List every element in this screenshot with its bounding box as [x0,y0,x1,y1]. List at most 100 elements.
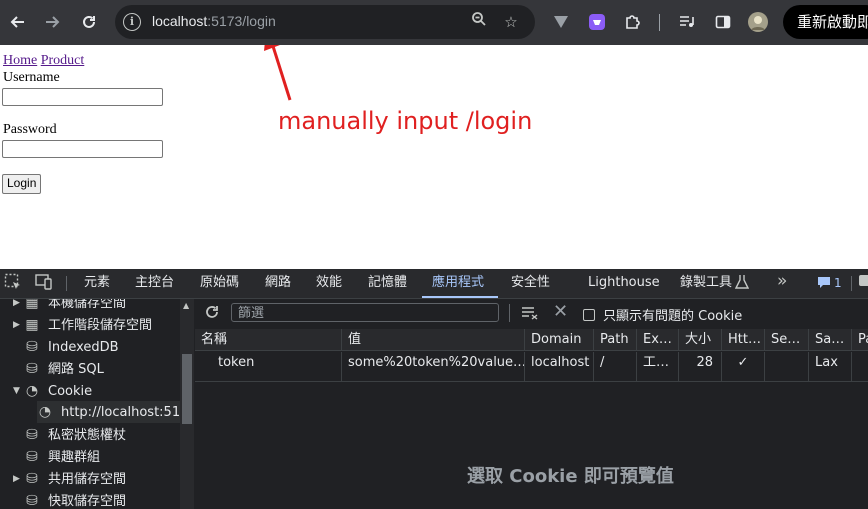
sidebar-item-local-storage[interactable]: ▶ ▦ 本機儲存空間 [13,299,127,314]
column-header-partition[interactable]: Pa [852,329,868,351]
cell-size[interactable]: 28 [679,352,722,382]
column-header-samesite[interactable]: Sa… [809,329,852,351]
database-icon: ⛁ [26,493,38,509]
database-icon: ⛁ [26,427,38,443]
devtools-tabbar: 元素 主控台 原始碼 網路 效能 記憶體 應用程式 安全性 Lighthouse… [0,269,868,299]
only-issues-checkbox[interactable]: 只顯示有問題的 Cookie [583,305,742,324]
column-header-name[interactable]: 名稱 [195,329,342,351]
forward-arrow-icon[interactable] [37,7,67,37]
cell-secure[interactable] [765,352,809,382]
extension-v-icon[interactable] [546,7,576,37]
tab-security[interactable]: 安全性 [511,269,550,298]
tab-elements[interactable]: 元素 [84,269,110,298]
cell-value[interactable]: some%20token%20value… [342,352,525,382]
cell-httponly[interactable]: ✓ [722,352,765,382]
cookie-icon: ◔ [38,404,52,420]
sidebar-scrollbar[interactable]: ▲ [180,299,194,509]
tab-sources[interactable]: 原始碼 [200,269,239,298]
media-controls-icon[interactable] [672,7,702,37]
column-header-domain[interactable]: Domain [525,329,594,351]
column-header-path[interactable]: Path [594,329,637,351]
sidebar-item-label: 本機儲存空間 [48,299,127,311]
filter-input[interactable]: 篩選 [231,303,499,322]
scrollbar-thumb[interactable] [182,354,192,424]
sidebar-item-label: 私密狀態權杖 [48,428,127,443]
expand-arrow-icon[interactable]: ▶ [13,468,20,490]
device-toolbar-icon[interactable] [34,273,54,295]
tab-lighthouse[interactable]: Lighthouse [588,269,660,298]
sidebar-item-web-sql[interactable]: ⛁ 網路 SQL [24,358,104,380]
sidebar-item-shared-storage[interactable]: ▶ ⛁ 共用儲存空間 [13,468,127,490]
column-header-expires[interactable]: Ex… [637,329,679,351]
cell-path[interactable]: / [594,352,637,382]
sidebar-item-label: IndexedDB [48,340,119,355]
collapse-arrow-icon[interactable]: ▼ [13,380,20,402]
sidebar-item-private-state-tokens[interactable]: ⛁ 私密狀態權杖 [24,424,126,446]
clear-all-x-icon[interactable]: ✕ [553,301,568,322]
extensions-puzzle-icon[interactable] [618,7,648,37]
cell-name[interactable]: token [195,352,342,382]
sidebar-item-cookie-origin[interactable]: ◔ http://localhost:5173 [37,401,180,423]
column-header-httponly[interactable]: Htt… [722,329,765,351]
checkbox-label: 只顯示有問題的 Cookie [603,309,743,324]
sidebar-item-interest-groups[interactable]: ⛁ 興趣群組 [24,446,100,468]
issues-count[interactable]: 1 [834,269,842,298]
settings-icon[interactable] [858,273,868,293]
inspect-element-icon[interactable] [4,273,22,295]
annotation-arrow [264,45,292,101]
sidebar-item-cookies[interactable]: ▼ ◔ Cookie [13,380,93,402]
flask-icon [734,274,750,294]
scroll-up-arrow-icon[interactable]: ▲ [183,301,189,310]
cell-expires[interactable]: 工… [637,352,679,382]
database-icon: ⛁ [26,339,38,355]
extension-purple-icon[interactable] [582,7,612,37]
tab-console[interactable]: 主控台 [135,269,174,298]
reload-icon[interactable] [74,7,104,37]
column-header-size[interactable]: 大小 [679,329,722,351]
cell-partition[interactable] [852,352,868,382]
url-text[interactable]: localhost:5173/login [152,13,276,29]
side-panel-icon[interactable] [708,7,738,37]
tab-application[interactable]: 應用程式 [422,269,498,298]
cell-domain[interactable]: localhost [525,352,594,382]
expand-arrow-icon[interactable]: ▶ [13,314,20,336]
sidebar-item-cache-storage[interactable]: ⛁ 快取儲存空間 [24,490,126,509]
sidebar-item-session-storage[interactable]: ▶ ▦ 工作階段儲存空間 [13,314,152,336]
refresh-icon[interactable] [204,304,220,324]
sidebar-item-label: 共用儲存空間 [48,472,127,487]
site-info-icon[interactable]: i [123,13,141,31]
tab-memory[interactable]: 記憶體 [368,269,407,298]
expand-arrow-icon[interactable]: ▶ [13,299,20,314]
restart-update-button[interactable]: 重新啟動即 [783,5,868,39]
cookie-toolbar: 篩選 ✕ 只顯示有問題的 Cookie [195,299,868,330]
devtools-panel: 元素 主控台 原始碼 網路 效能 記憶體 應用程式 安全性 Lighthouse… [0,269,868,509]
checkbox-box[interactable] [583,309,595,321]
browser-toolbar: i localhost:5173/login ☆ 重新啟動即 [0,0,868,45]
web-page: Home Product Username Password Login man… [0,45,868,269]
column-header-secure[interactable]: Se… [765,329,809,351]
tab-recorder[interactable]: 錄製工具 [680,269,732,298]
tab-network[interactable]: 網路 [265,269,291,298]
address-bar[interactable]: i localhost:5173/login ☆ [115,5,535,39]
storage-grid-icon: ▦ [25,317,39,333]
profile-avatar[interactable] [743,7,773,37]
issues-icon[interactable] [817,275,831,293]
annotation-text: manually input /login [278,107,533,135]
sidebar-item-indexeddb[interactable]: ⛁ IndexedDB [24,336,119,358]
more-tabs-chevron-icon[interactable]: » [777,271,787,291]
back-arrow-icon[interactable] [3,7,33,37]
clear-filtered-icon[interactable] [521,305,539,324]
bookmark-star-icon[interactable]: ☆ [500,11,522,33]
cell-samesite[interactable]: Lax [809,352,852,382]
tab-divider-right [851,276,852,291]
application-sidebar: ▶ ▦ 本機儲存空間 ▶ ▦ 工作階段儲存空間 ⛁ IndexedDB ⛁ 網路 SQL ▼… [0,299,180,509]
zoom-icon[interactable] [468,11,490,33]
toolbar-divider [509,304,510,322]
sidebar-item-label: 網路 SQL [48,362,104,377]
column-header-value[interactable]: 值 [342,329,525,351]
sidebar-item-label: Cookie [48,384,93,399]
tab-performance[interactable]: 效能 [316,269,342,298]
toolbar-divider [659,14,660,31]
storage-grid-icon: ▦ [25,299,39,311]
database-icon: ⛁ [26,471,38,487]
